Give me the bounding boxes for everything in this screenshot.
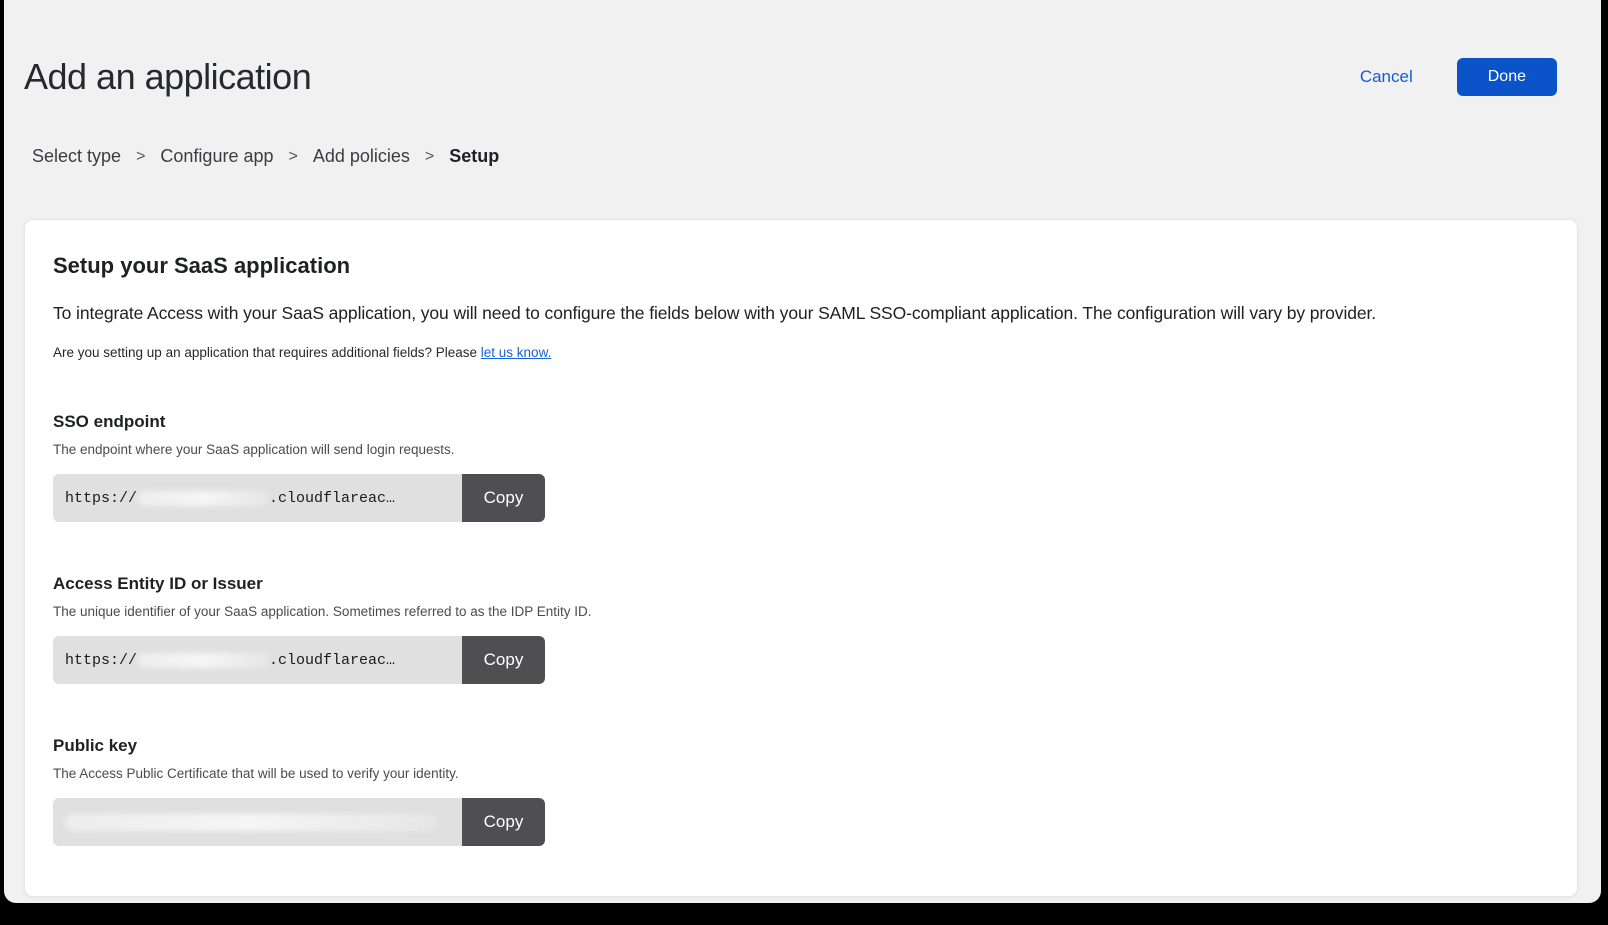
value-prefix: https:// [65, 490, 137, 507]
breadcrumb-step-select-type[interactable]: Select type [32, 146, 121, 167]
entity-id-copy-button[interactable]: Copy [462, 636, 545, 684]
redacted-value [137, 653, 269, 668]
value-suffix: .cloudflareac… [269, 652, 395, 669]
setup-card: Setup your SaaS application To integrate… [24, 219, 1578, 897]
breadcrumb: Select type > Configure app > Add polici… [32, 146, 1601, 167]
entity-id-value: https:// .cloudflareac… [53, 636, 462, 684]
breadcrumb-step-add-policies[interactable]: Add policies [313, 146, 410, 167]
sso-endpoint-field: https:// .cloudflareac… Copy [53, 474, 545, 522]
sso-endpoint-description: The endpoint where your SaaS application… [53, 442, 1549, 457]
value-prefix: https:// [65, 652, 137, 669]
public-key-copy-button[interactable]: Copy [462, 798, 545, 846]
entity-id-description: The unique identifier of your SaaS appli… [53, 604, 1549, 619]
redacted-value [137, 491, 269, 506]
public-key-value [53, 798, 462, 846]
entity-id-field: https:// .cloudflareac… Copy [53, 636, 545, 684]
redacted-value [65, 814, 437, 831]
entity-id-label: Access Entity ID or Issuer [53, 574, 1549, 594]
public-key-section: Public key The Access Public Certificate… [53, 736, 1549, 846]
card-note-text: Are you setting up an application that r… [53, 345, 481, 360]
breadcrumb-separator: > [289, 148, 298, 166]
let-us-know-link[interactable]: let us know. [481, 345, 552, 360]
breadcrumb-separator: > [136, 148, 145, 166]
entity-id-section: Access Entity ID or Issuer The unique id… [53, 574, 1549, 684]
breadcrumb-separator: > [425, 148, 434, 166]
sso-endpoint-copy-button[interactable]: Copy [462, 474, 545, 522]
breadcrumb-step-configure-app[interactable]: Configure app [160, 146, 273, 167]
header-actions: Cancel Done [1360, 58, 1557, 96]
public-key-field: Copy [53, 798, 545, 846]
done-button[interactable]: Done [1457, 58, 1557, 96]
value-suffix: .cloudflareac… [269, 490, 395, 507]
page-header: Add an application Cancel Done [24, 56, 1557, 98]
sso-endpoint-section: SSO endpoint The endpoint where your Saa… [53, 412, 1549, 522]
sso-endpoint-value: https:// .cloudflareac… [53, 474, 462, 522]
page-title: Add an application [24, 56, 311, 98]
public-key-description: The Access Public Certificate that will … [53, 766, 1549, 781]
app-window: Add an application Cancel Done Select ty… [4, 0, 1601, 903]
cancel-button[interactable]: Cancel [1360, 67, 1413, 87]
public-key-label: Public key [53, 736, 1549, 756]
breadcrumb-step-setup: Setup [449, 146, 499, 167]
card-note: Are you setting up an application that r… [53, 345, 1549, 360]
sso-endpoint-label: SSO endpoint [53, 412, 1549, 432]
card-intro-text: To integrate Access with your SaaS appli… [53, 303, 1549, 324]
card-title: Setup your SaaS application [53, 253, 1549, 279]
